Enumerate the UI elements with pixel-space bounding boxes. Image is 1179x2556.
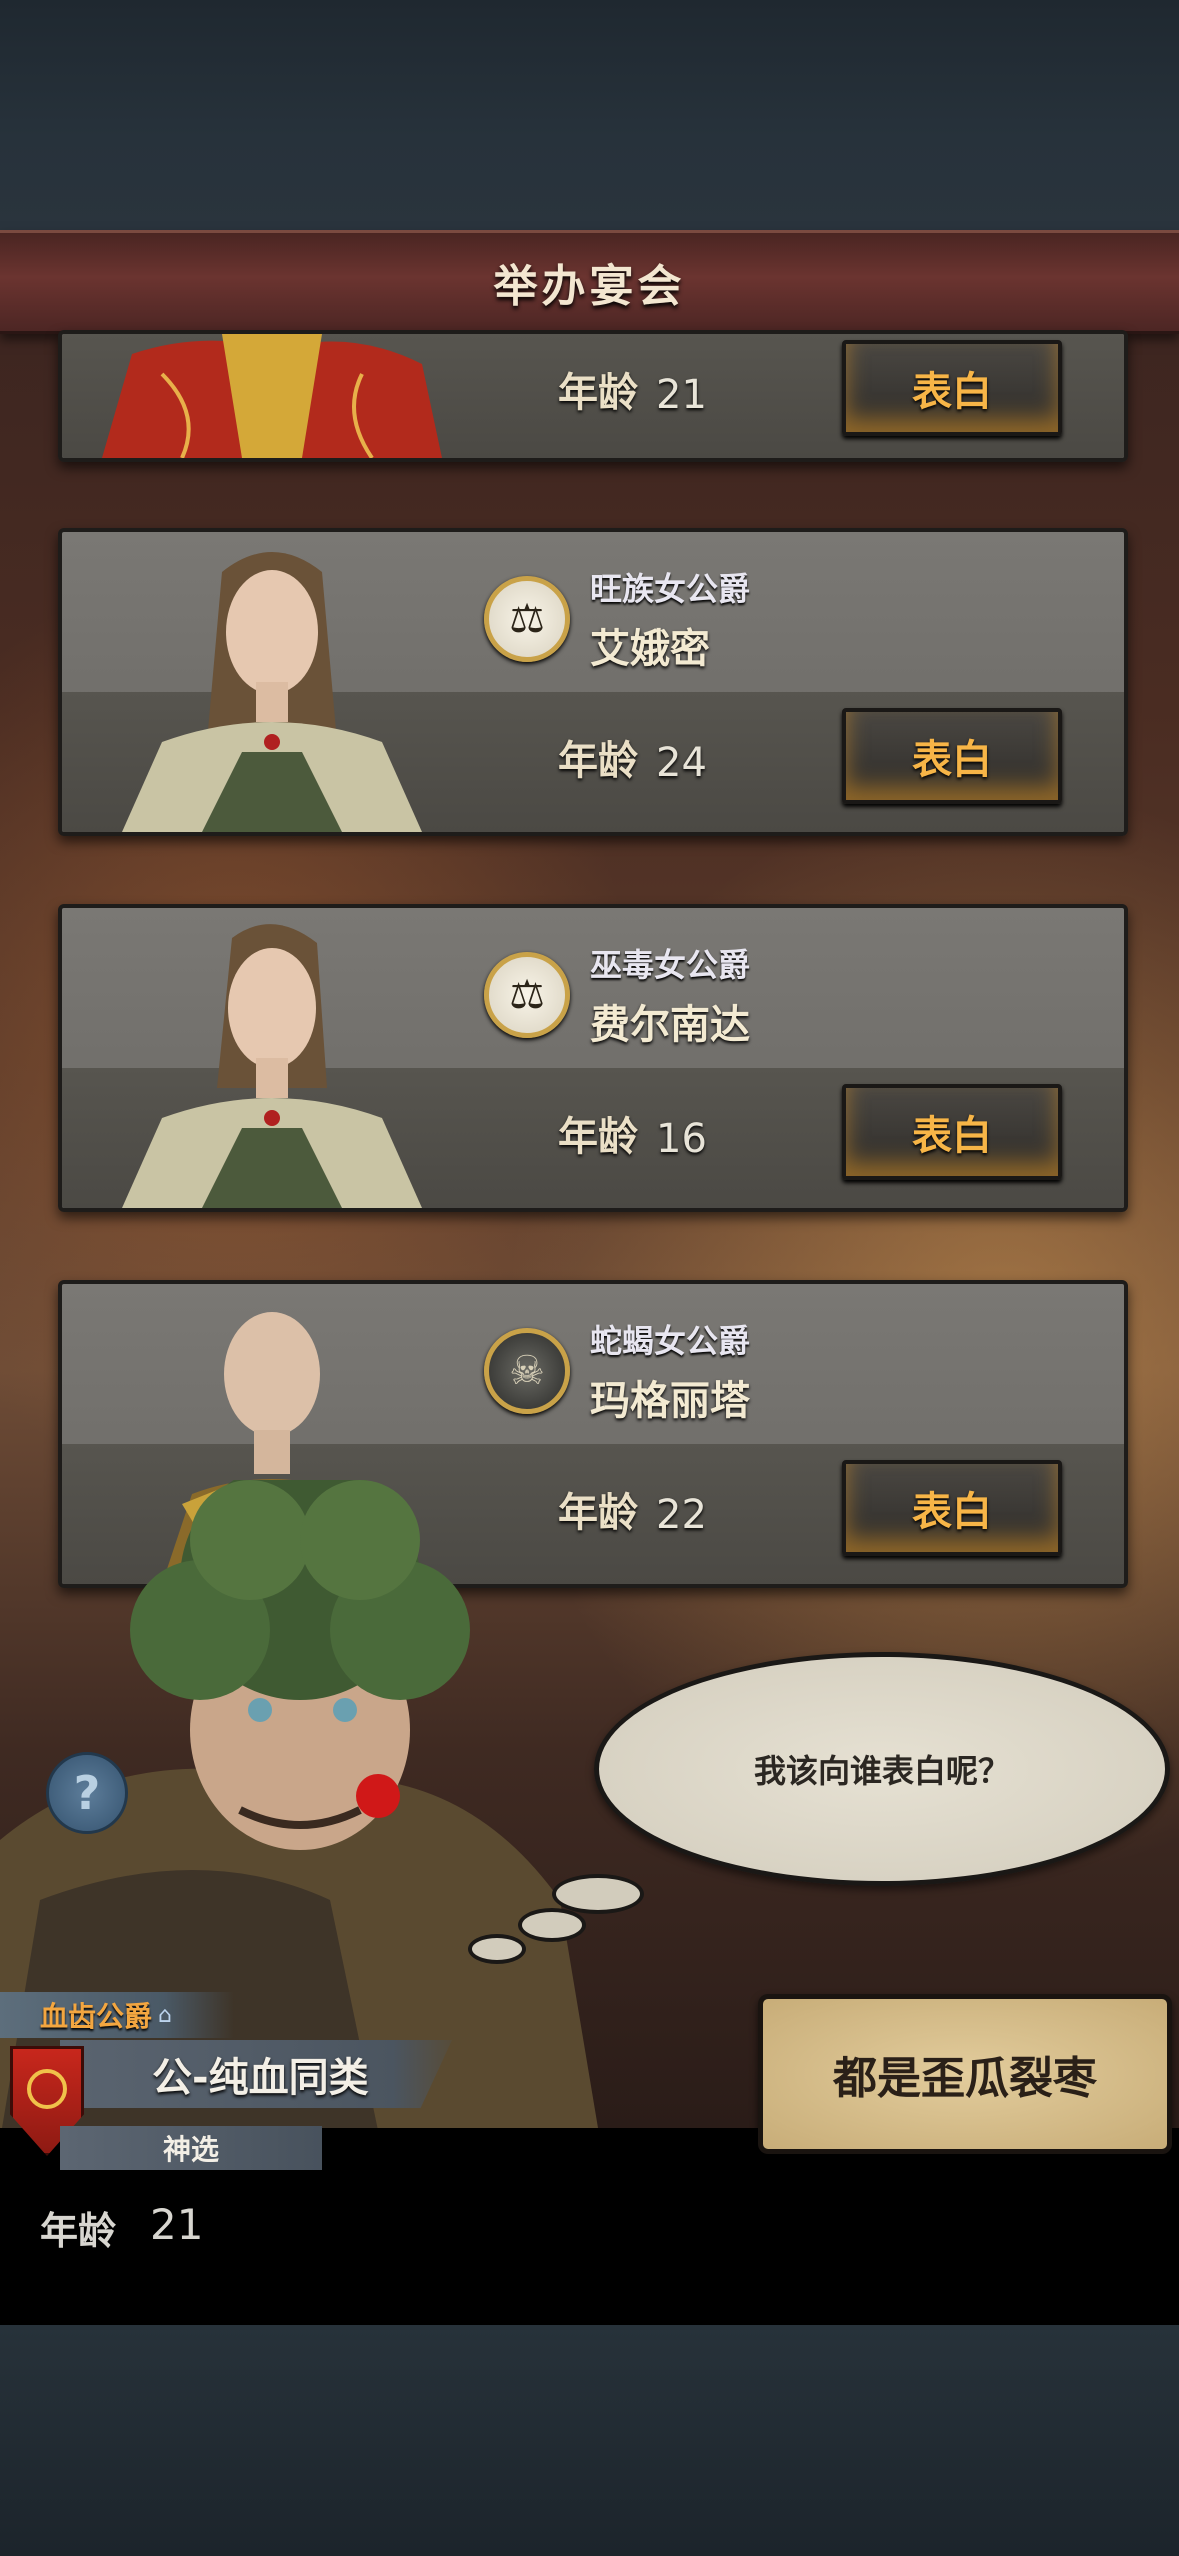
- player-age-value: 21: [150, 2200, 204, 2249]
- thought-bubble-dot: [518, 1908, 586, 1942]
- suitor-portrait: [102, 334, 442, 458]
- speech-text: 我该向谁表白呢？: [753, 1752, 1010, 1790]
- suitor-portrait: [122, 924, 422, 1208]
- confess-button[interactable]: 表白: [842, 340, 1062, 436]
- player-sub-tag: 神选: [60, 2126, 322, 2170]
- confess-button[interactable]: 表白: [842, 1460, 1062, 1556]
- scales-icon: ⚖: [484, 952, 570, 1038]
- page-title: 举办宴会: [493, 261, 686, 312]
- suitor-name: 玛格丽塔: [590, 1378, 750, 1424]
- thought-bubble-dot: [468, 1934, 526, 1964]
- suitor-title: 巫毒女公爵: [590, 946, 751, 984]
- player-title-tag: 血齿公爵 ⌂: [0, 1992, 234, 2038]
- age-value: 22: [656, 1492, 707, 1538]
- age-label: 年龄: [558, 370, 638, 416]
- help-button[interactable]: ?: [46, 1752, 128, 1834]
- suitor-card: 年龄 21 表白: [58, 330, 1128, 462]
- player-banner-text: 公-纯血同类: [152, 2055, 369, 2101]
- suitor-title: 旺族女公爵: [590, 570, 751, 608]
- scales-icon: ⚖: [484, 576, 570, 662]
- top-background: [0, 0, 1179, 230]
- skull-icon: ☠: [484, 1328, 570, 1414]
- player-sub-text: 神选: [162, 2133, 219, 2166]
- age-value: 24: [656, 740, 707, 786]
- suitor-card: ⚖ 巫毒女公爵 费尔南达 年龄 16 表白: [58, 904, 1128, 1212]
- question-icon: ?: [73, 1766, 101, 1820]
- thought-bubble-dot: [552, 1874, 644, 1914]
- age-label: 年龄: [558, 1114, 638, 1160]
- player-age-label: 年龄: [40, 2209, 117, 2253]
- suitor-portrait: [122, 552, 422, 832]
- suitor-title: 蛇蝎女公爵: [590, 1322, 751, 1360]
- confess-button[interactable]: 表白: [842, 1084, 1062, 1180]
- confess-button[interactable]: 表白: [842, 708, 1062, 804]
- age-label: 年龄: [558, 738, 638, 784]
- suitor-name: 费尔南达: [590, 1002, 750, 1048]
- player-title: 血齿公爵: [40, 2000, 153, 2033]
- house-icon: ⌂: [158, 2002, 172, 2028]
- suitor-card: ⚖ 旺族女公爵 艾娥密 年龄 24 表白: [58, 528, 1128, 836]
- age-value: 21: [656, 372, 707, 418]
- player-banner: 公-纯血同类: [60, 2040, 452, 2108]
- header-banner: 举办宴会: [0, 230, 1179, 334]
- bottom-background: [0, 2325, 1179, 2556]
- shield-emblem: [27, 2069, 67, 2109]
- age-value: 16: [656, 1116, 707, 1162]
- speech-bubble: 我该向谁表白呢？: [594, 1652, 1170, 1886]
- reject-all-button[interactable]: 都是歪瓜裂枣: [758, 1994, 1172, 2154]
- suitor-name: 艾娥密: [590, 626, 710, 672]
